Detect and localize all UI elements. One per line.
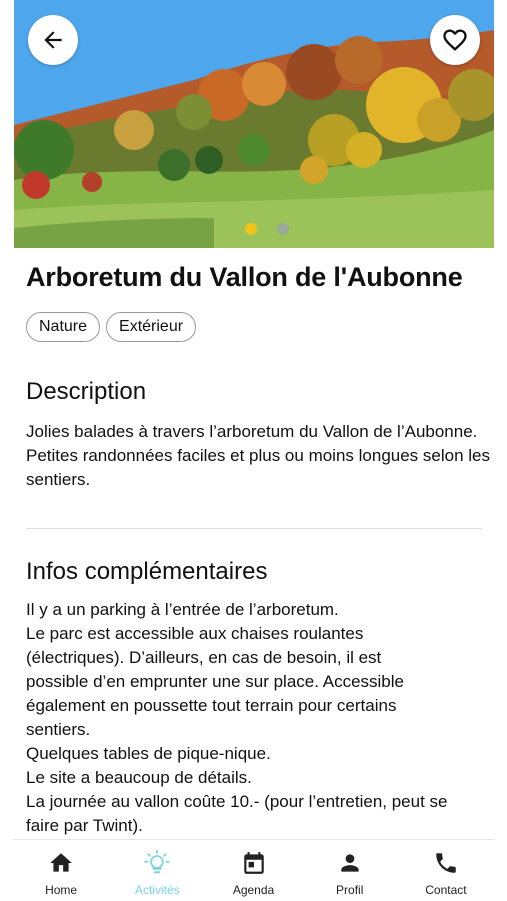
hero-image[interactable] <box>14 0 494 248</box>
nav-item-contact[interactable]: Contact <box>398 840 494 901</box>
nav-label: Contact <box>425 883 467 897</box>
phone-icon <box>432 849 460 877</box>
info-line: également en poussette tout terrain pour… <box>26 696 397 715</box>
arrow-left-icon <box>44 31 62 49</box>
info-line: Quelques tables de pique-nique. <box>26 744 271 763</box>
info-line: possible d’en emprunter une sur place. A… <box>26 672 404 691</box>
calendar-icon <box>240 849 268 877</box>
info-line: Le site a beaucoup de détails. <box>26 768 252 787</box>
nav-label: Agenda <box>232 883 275 897</box>
home-icon <box>47 849 75 877</box>
carousel-dot-active[interactable] <box>245 223 257 235</box>
description-heading: Description <box>26 378 147 405</box>
favorite-button[interactable] <box>430 15 480 65</box>
nav-item-home[interactable]: Home <box>13 840 109 901</box>
info-line: faire par Twint). <box>26 816 143 835</box>
info-line: Il y a un parking à l’entrée de l’arbore… <box>26 600 339 619</box>
person-icon <box>336 849 364 877</box>
carousel-dot[interactable] <box>277 223 289 235</box>
nav-item-agenda[interactable]: Agenda <box>205 840 301 901</box>
nav-label: Activités <box>134 883 180 897</box>
tag-chip[interactable]: Extérieur <box>106 312 197 342</box>
landscape-illustration <box>14 0 494 248</box>
nav-label: Profil <box>336 883 364 897</box>
nav-item-activites[interactable]: Activités <box>109 840 205 901</box>
info-line: (électriques). D’ailleurs, en cas de bes… <box>26 648 382 667</box>
nav-label: Home <box>45 883 78 897</box>
tag-list: Nature Extérieur <box>26 312 197 342</box>
info-line: sentiers. <box>26 720 91 739</box>
infos-heading: Infos complémentaires <box>26 558 268 585</box>
description-text: Jolies balades à travers l’arboretum du … <box>26 422 491 489</box>
info-line: Le parc est accessible aux chaises roula… <box>26 624 364 643</box>
back-button[interactable] <box>28 15 78 65</box>
lightbulb-icon <box>143 849 171 877</box>
bottom-navigation: Home Activités Agenda Profil Contact <box>13 839 494 901</box>
section-divider <box>26 528 482 529</box>
info-line: La journée au vallon coûte 10.- (pour l’… <box>26 792 448 811</box>
nav-item-profil[interactable]: Profil <box>302 840 398 901</box>
tag-chip[interactable]: Nature <box>26 312 101 342</box>
heart-outline-icon <box>443 29 467 51</box>
carousel-indicator <box>245 223 289 235</box>
activity-title: Arboretum du Vallon de l'Aubonne <box>26 262 463 292</box>
infos-text: Il y a un parking à l’entrée de l’arbore… <box>26 598 491 838</box>
